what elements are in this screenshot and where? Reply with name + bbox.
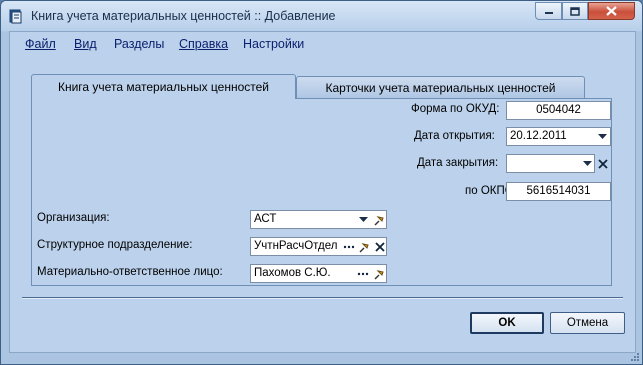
minimize-button[interactable] (535, 2, 562, 20)
person-label: Материально-ответственное лицо: (37, 266, 223, 278)
book-app-icon (9, 9, 22, 24)
subdiv-label: Структурное подразделение: (37, 239, 193, 251)
tab-cards[interactable]: Карточки учета материальных ценностей (296, 76, 585, 98)
clear-icon (598, 158, 608, 169)
ellipsis-icon (343, 245, 355, 248)
menu-help[interactable]: Справка (179, 37, 228, 51)
close-date-dropdown[interactable] (580, 156, 594, 171)
pin-icon (359, 242, 369, 252)
window-title: Книга учета материальных ценностей :: До… (31, 9, 336, 23)
ok-button[interactable]: OK (470, 312, 544, 334)
menu-sections[interactable]: Разделы (114, 37, 164, 51)
okpo-field[interactable]: 5616514031 (506, 182, 611, 201)
menu-view[interactable]: Вид (74, 37, 97, 51)
close-icon (606, 6, 617, 16)
maximize-button[interactable] (562, 2, 588, 20)
org-dropdown[interactable] (356, 212, 370, 227)
subdiv-value: УчтнРасчОтдел (254, 240, 338, 252)
menu-settings[interactable]: Настройки (243, 37, 304, 51)
person-select-button[interactable] (356, 266, 370, 281)
org-value: АСТ (254, 213, 277, 225)
close-button[interactable] (588, 2, 635, 20)
title-bar[interactable]: Книга учета материальных ценностей :: До… (1, 1, 642, 31)
menu-bar: Файл Вид Разделы Справка Настройки (10, 32, 635, 58)
cancel-button[interactable]: Отмена (550, 312, 625, 334)
open-date-dropdown[interactable] (595, 129, 609, 144)
open-date-value: 20.12.2011 (510, 130, 567, 142)
okud-label: Форма по ОКУД: (411, 103, 500, 115)
person-value: Пахомов С.Ю. (254, 267, 331, 279)
pin-icon (374, 215, 384, 225)
subdiv-clear-button[interactable] (373, 239, 387, 254)
resize-grip-icon[interactable] (630, 352, 640, 362)
form-panel: Форма по ОКУД: 0504042 Дата открытия: 20… (31, 98, 612, 286)
dialog-window: Книга учета материальных ценностей :: До… (0, 0, 643, 365)
client-area: Файл Вид Разделы Справка Настройки Книга… (9, 31, 636, 353)
separator (22, 297, 623, 299)
maximize-icon (570, 6, 580, 16)
pin-icon (374, 269, 384, 279)
chevron-down-icon (358, 216, 368, 222)
chevron-down-icon (597, 133, 607, 139)
okud-field[interactable]: 0504042 (506, 101, 611, 120)
menu-file[interactable]: Файл (25, 37, 56, 51)
close-date-clear-button[interactable] (596, 156, 610, 171)
open-date-label: Дата открытия: (414, 130, 495, 142)
minimize-icon (544, 12, 553, 14)
clear-icon (375, 241, 385, 252)
ellipsis-icon (357, 272, 369, 275)
org-pick-button[interactable] (372, 212, 386, 227)
person-pick-button[interactable] (372, 266, 386, 281)
close-date-label: Дата закрытия: (417, 157, 499, 169)
subdiv-select-button[interactable] (342, 239, 356, 254)
tab-book[interactable]: Книга учета материальных ценностей (31, 74, 296, 99)
org-label: Организация: (37, 212, 110, 224)
chevron-down-icon (582, 160, 592, 166)
subdiv-pick-button[interactable] (357, 239, 371, 254)
